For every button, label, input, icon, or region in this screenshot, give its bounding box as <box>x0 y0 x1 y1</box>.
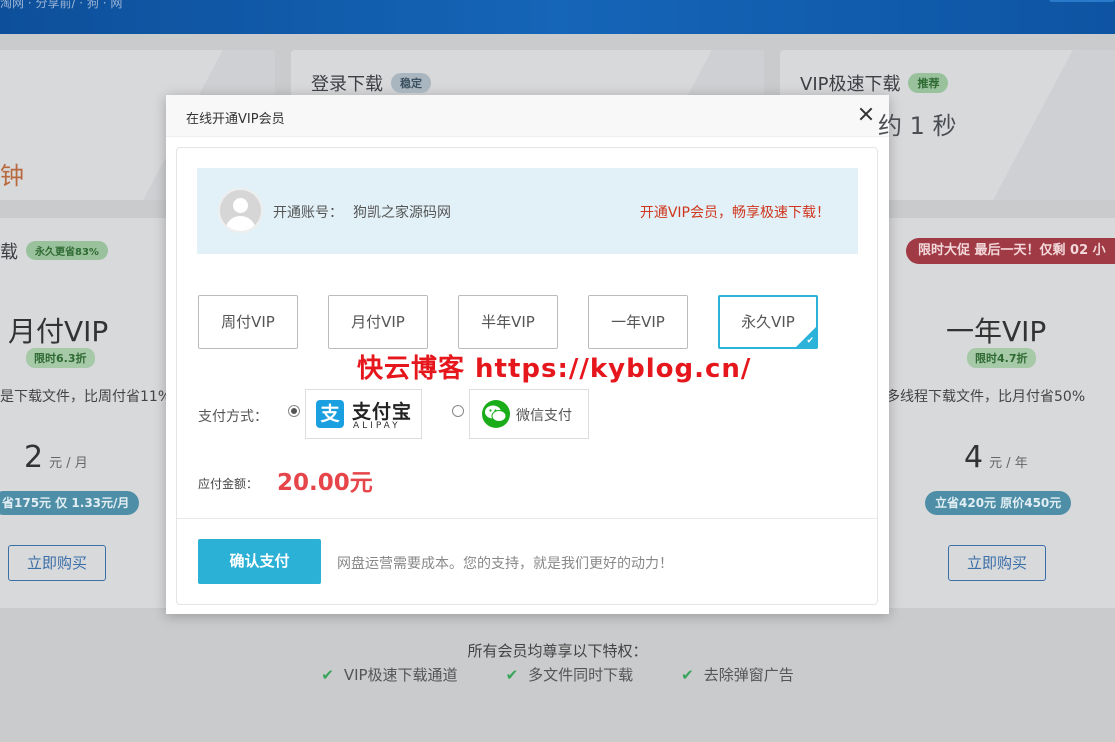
plan-tag-monthly: 限时6.3折 <box>26 348 95 368</box>
account-bar: 开通账号： 狗凯之家源码网 开通VIP会员，畅享极速下载！ <box>197 168 858 254</box>
avatar <box>218 188 263 233</box>
wechat-pay-label: 微信支付 <box>516 408 572 424</box>
modal-body: 开通账号： 狗凯之家源码网 开通VIP会员，畅享极速下载！ 周付VIP 月付VIP… <box>176 147 878 605</box>
plan-tag-yearly: 限时4.7折 <box>967 348 1036 368</box>
support-note: 网盘运营需要成本。您的支持，就是我们更好的动力！ <box>337 556 673 572</box>
speed-text-left: 钟 <box>0 162 24 190</box>
alipay-en-name: ALIPAY <box>353 421 401 431</box>
card-title-login: 登录下载 稳定 <box>311 70 431 96</box>
plan-save-monthly: 省175元 仅 1.33元/月 <box>0 491 140 515</box>
check-icon: ✔ <box>505 666 519 684</box>
modal-header: 在线开通VIP会员 <box>166 95 889 137</box>
plan-option-weekly[interactable]: 周付VIP <box>198 295 298 349</box>
perk-item: ✔ 多文件同时下载 <box>505 666 634 684</box>
plan-price-yearly: 4元 / 年 <box>964 440 1028 475</box>
forever-save-badge: 永久更省83% <box>26 241 108 260</box>
account-label: 开通账号： <box>273 205 343 221</box>
pay-method-label: 支付方式： <box>198 409 268 425</box>
alipay-radio[interactable] <box>288 405 300 417</box>
plan-option-halfyear[interactable]: 半年VIP <box>458 295 558 349</box>
plan-option-monthly[interactable]: 月付VIP <box>328 295 428 349</box>
plan-price-monthly: 2元 / 月 <box>24 440 88 475</box>
vip-slogan: 开通VIP会员，畅享极速下载！ <box>639 205 830 221</box>
check-icon: ✔ <box>681 666 694 684</box>
check-icon: ✔ <box>806 336 814 346</box>
buy-button-yearly[interactable]: 立即购买 <box>948 545 1046 581</box>
nav-button[interactable] <box>1049 0 1115 2</box>
divider <box>177 518 877 519</box>
promo-banner: 限时大促 最后一天！仅剩 02 小 <box>906 238 1115 264</box>
perks-list: ✔ VIP极速下载通道 ✔ 多文件同时下载 ✔ 去除弹窗广告 <box>0 664 1115 685</box>
perk-item: ✔ 去除弹窗广告 <box>681 666 794 684</box>
plan-name-monthly: 月付VIP <box>8 315 109 348</box>
plan-option-forever[interactable]: 永久VIP ✔ <box>718 295 818 349</box>
check-icon: ✔ <box>321 666 334 684</box>
watermark-text: 快云博客 https://kyblog.cn/ <box>357 354 752 384</box>
plan-name-yearly: 一年VIP <box>946 315 1047 348</box>
card-title-vip: VIP极速下载 推荐 <box>800 70 949 96</box>
plan-desc-yearly: 多线程下载文件，比月付省50% <box>886 389 1086 405</box>
close-icon[interactable] <box>859 107 873 121</box>
vip-purchase-modal: 在线开通VIP会员 开通账号： 狗凯之家源码网 开通VIP会员，畅享极速下载！ 周… <box>166 95 889 614</box>
perk-item: ✔ VIP极速下载通道 <box>321 666 458 684</box>
plan-option-yearly[interactable]: 一年VIP <box>588 295 688 349</box>
account-info: 开通账号： 狗凯之家源码网 <box>273 202 451 222</box>
amount-value: 20.00元 <box>277 470 373 496</box>
recommend-badge: 推荐 <box>908 73 949 93</box>
perks-title: 所有会员均尊享以下特权： <box>467 642 648 660</box>
account-name: 狗凯之家源码网 <box>353 205 451 221</box>
amount-label: 应付金额： <box>198 477 259 491</box>
wechat-icon <box>482 400 510 428</box>
top-nav-bar: 淘网 · 分享前/ · 狗 · 网 <box>0 0 1115 34</box>
alipay-name: 支付宝 <box>352 401 413 423</box>
alipay-icon: 支 <box>316 400 344 428</box>
modal-title: 在线开通VIP会员 <box>186 112 285 127</box>
plan-desc-monthly: 是下载文件，比周付省11% <box>0 389 172 405</box>
nav-text[interactable]: 淘网 · 分享前/ · 狗 · 网 <box>0 0 122 11</box>
wechat-radio[interactable] <box>452 405 464 417</box>
alipay-option[interactable]: 支 支付宝 ALIPAY <box>305 389 422 439</box>
plan-option-forever-label: 永久VIP <box>741 313 795 331</box>
buy-button-monthly[interactable]: 立即购买 <box>8 545 106 581</box>
stable-badge: 稳定 <box>391 73 431 93</box>
plan-save-yearly: 立省420元 原价450元 <box>925 491 1072 515</box>
wechat-pay-option[interactable]: 微信支付 <box>469 389 589 439</box>
confirm-pay-button[interactable]: 确认支付 <box>198 539 321 584</box>
plans-heading-left: 载永久更省83% <box>0 238 108 264</box>
vip-speed-text: 约 1 秒 <box>878 112 957 140</box>
